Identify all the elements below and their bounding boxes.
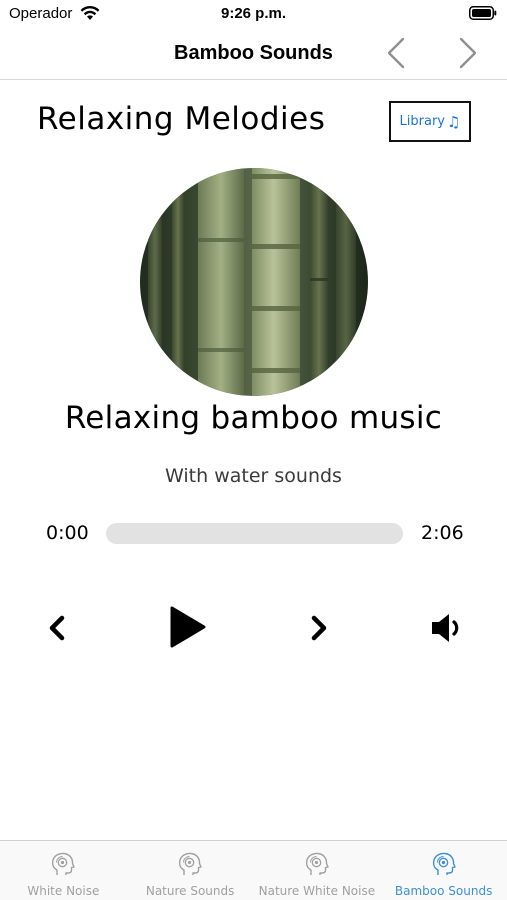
section-title: Relaxing Melodies — [37, 101, 326, 137]
status-time: 9:26 p.m. — [220, 5, 287, 22]
play-icon — [170, 606, 206, 648]
tab-bamboo-sounds[interactable]: Bamboo Sounds — [380, 841, 507, 900]
tab-nature-sounds[interactable]: Nature Sounds — [127, 841, 254, 900]
sound-head-icon — [432, 852, 456, 875]
speaker-icon — [432, 614, 459, 642]
chevron-right-icon[interactable] — [452, 36, 482, 70]
track-artwork — [140, 168, 368, 396]
library-label: Library — [399, 114, 445, 129]
tab-white-noise[interactable]: White Noise — [0, 841, 127, 900]
tab-nature-white-noise[interactable]: Nature White Noise — [254, 841, 381, 900]
tab-label: White Noise — [27, 884, 100, 898]
tab-bar: White Noise Nature Sounds Nature White Noi… — [0, 840, 507, 900]
track-title: Relaxing bamboo music — [64, 400, 443, 436]
sound-head-icon — [179, 852, 202, 875]
sound-head-icon — [52, 852, 76, 875]
status-bar: Operador 9:26 p.m. — [0, 0, 507, 28]
tab-label: Bamboo Sounds — [394, 884, 493, 898]
navigation-bar: Bamboo Sounds — [0, 28, 507, 80]
music-note-icon: ♫ — [447, 112, 461, 131]
volume-button[interactable] — [428, 609, 466, 647]
library-button[interactable]: Library ♫ — [389, 101, 471, 142]
track-subtitle: With water sounds — [165, 465, 342, 487]
battery-icon — [469, 6, 497, 20]
chevron-left-icon — [49, 615, 65, 641]
play-button[interactable] — [164, 604, 210, 650]
progress-slider[interactable] — [106, 523, 403, 544]
next-track-button[interactable] — [302, 610, 336, 646]
chevron-right-icon — [311, 615, 327, 641]
nav-title: Bamboo Sounds — [174, 42, 333, 64]
current-time: 0:00 — [46, 522, 89, 544]
bamboo-stalks-image — [140, 168, 368, 396]
sound-head-icon — [305, 852, 329, 875]
chevron-left-icon[interactable] — [382, 36, 412, 70]
total-time: 2:06 — [421, 522, 464, 544]
tab-label: Nature Sounds — [145, 884, 235, 898]
tab-label: Nature White Noise — [258, 884, 376, 898]
previous-track-button[interactable] — [40, 610, 74, 646]
